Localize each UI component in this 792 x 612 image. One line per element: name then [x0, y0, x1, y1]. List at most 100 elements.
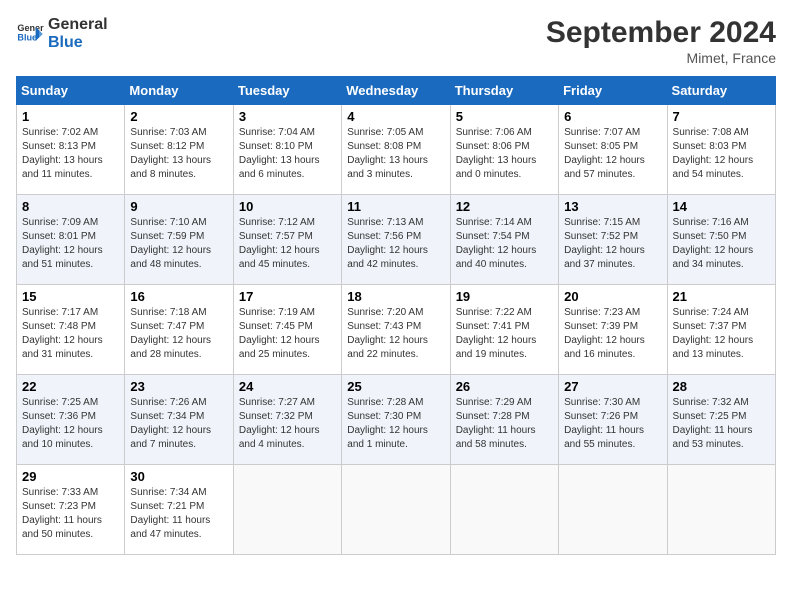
day-cell-7: 7 Sunrise: 7:08 AM Sunset: 8:03 PM Dayli… — [667, 105, 775, 195]
empty-cell — [559, 465, 667, 555]
day-cell-11: 11 Sunrise: 7:13 AM Sunset: 7:56 PM Dayl… — [342, 195, 450, 285]
day-info: Sunrise: 7:33 AM Sunset: 7:23 PM Dayligh… — [22, 486, 119, 542]
day-info: Sunrise: 7:03 AM Sunset: 8:12 PM Dayligh… — [130, 126, 227, 182]
day-cell-28: 28 Sunrise: 7:32 AM Sunset: 7:25 PM Dayl… — [667, 375, 775, 465]
day-info: Sunrise: 7:02 AM Sunset: 8:13 PM Dayligh… — [22, 126, 119, 182]
day-info: Sunrise: 7:12 AM Sunset: 7:57 PM Dayligh… — [239, 216, 336, 272]
day-number: 16 — [130, 289, 227, 304]
day-number: 27 — [564, 379, 661, 394]
day-number: 28 — [673, 379, 770, 394]
day-cell-1: 1 Sunrise: 7:02 AM Sunset: 8:13 PM Dayli… — [17, 105, 125, 195]
day-info: Sunrise: 7:05 AM Sunset: 8:08 PM Dayligh… — [347, 126, 444, 182]
col-header-tuesday: Tuesday — [233, 77, 341, 105]
day-cell-25: 25 Sunrise: 7:28 AM Sunset: 7:30 PM Dayl… — [342, 375, 450, 465]
day-info: Sunrise: 7:06 AM Sunset: 8:06 PM Dayligh… — [456, 126, 553, 182]
day-number: 14 — [673, 199, 770, 214]
day-number: 9 — [130, 199, 227, 214]
empty-cell — [450, 465, 558, 555]
day-number: 2 — [130, 109, 227, 124]
empty-cell — [667, 465, 775, 555]
day-number: 21 — [673, 289, 770, 304]
day-number: 10 — [239, 199, 336, 214]
day-info: Sunrise: 7:17 AM Sunset: 7:48 PM Dayligh… — [22, 306, 119, 362]
day-cell-18: 18 Sunrise: 7:20 AM Sunset: 7:43 PM Dayl… — [342, 285, 450, 375]
col-header-saturday: Saturday — [667, 77, 775, 105]
day-number: 24 — [239, 379, 336, 394]
day-cell-19: 19 Sunrise: 7:22 AM Sunset: 7:41 PM Dayl… — [450, 285, 558, 375]
col-header-thursday: Thursday — [450, 77, 558, 105]
day-cell-8: 8 Sunrise: 7:09 AM Sunset: 8:01 PM Dayli… — [17, 195, 125, 285]
day-number: 3 — [239, 109, 336, 124]
calendar-week-row: 15 Sunrise: 7:17 AM Sunset: 7:48 PM Dayl… — [17, 285, 776, 375]
day-info: Sunrise: 7:29 AM Sunset: 7:28 PM Dayligh… — [456, 396, 553, 452]
location: Mimet, France — [546, 50, 776, 66]
day-cell-2: 2 Sunrise: 7:03 AM Sunset: 8:12 PM Dayli… — [125, 105, 233, 195]
day-cell-5: 5 Sunrise: 7:06 AM Sunset: 8:06 PM Dayli… — [450, 105, 558, 195]
day-number: 30 — [130, 469, 227, 484]
day-number: 5 — [456, 109, 553, 124]
day-cell-29: 29 Sunrise: 7:33 AM Sunset: 7:23 PM Dayl… — [17, 465, 125, 555]
day-info: Sunrise: 7:19 AM Sunset: 7:45 PM Dayligh… — [239, 306, 336, 362]
day-info: Sunrise: 7:16 AM Sunset: 7:50 PM Dayligh… — [673, 216, 770, 272]
empty-cell — [233, 465, 341, 555]
calendar-week-row: 22 Sunrise: 7:25 AM Sunset: 7:36 PM Dayl… — [17, 375, 776, 465]
calendar-table: SundayMondayTuesdayWednesdayThursdayFrid… — [16, 76, 776, 555]
day-info: Sunrise: 7:26 AM Sunset: 7:34 PM Dayligh… — [130, 396, 227, 452]
calendar-header-row: SundayMondayTuesdayWednesdayThursdayFrid… — [17, 77, 776, 105]
day-number: 4 — [347, 109, 444, 124]
svg-text:Blue: Blue — [17, 32, 37, 42]
calendar-week-row: 29 Sunrise: 7:33 AM Sunset: 7:23 PM Dayl… — [17, 465, 776, 555]
day-number: 19 — [456, 289, 553, 304]
day-number: 12 — [456, 199, 553, 214]
day-info: Sunrise: 7:28 AM Sunset: 7:30 PM Dayligh… — [347, 396, 444, 452]
day-number: 29 — [22, 469, 119, 484]
empty-cell — [342, 465, 450, 555]
day-cell-17: 17 Sunrise: 7:19 AM Sunset: 7:45 PM Dayl… — [233, 285, 341, 375]
day-info: Sunrise: 7:14 AM Sunset: 7:54 PM Dayligh… — [456, 216, 553, 272]
day-cell-27: 27 Sunrise: 7:30 AM Sunset: 7:26 PM Dayl… — [559, 375, 667, 465]
day-info: Sunrise: 7:25 AM Sunset: 7:36 PM Dayligh… — [22, 396, 119, 452]
page-header: General Blue General Blue September 2024… — [16, 16, 776, 66]
day-info: Sunrise: 7:10 AM Sunset: 7:59 PM Dayligh… — [130, 216, 227, 272]
day-cell-23: 23 Sunrise: 7:26 AM Sunset: 7:34 PM Dayl… — [125, 375, 233, 465]
day-number: 23 — [130, 379, 227, 394]
day-info: Sunrise: 7:08 AM Sunset: 8:03 PM Dayligh… — [673, 126, 770, 182]
day-info: Sunrise: 7:13 AM Sunset: 7:56 PM Dayligh… — [347, 216, 444, 272]
calendar-week-row: 8 Sunrise: 7:09 AM Sunset: 8:01 PM Dayli… — [17, 195, 776, 285]
logo-line2: Blue — [48, 34, 108, 52]
day-info: Sunrise: 7:22 AM Sunset: 7:41 PM Dayligh… — [456, 306, 553, 362]
day-number: 11 — [347, 199, 444, 214]
day-cell-16: 16 Sunrise: 7:18 AM Sunset: 7:47 PM Dayl… — [125, 285, 233, 375]
day-cell-21: 21 Sunrise: 7:24 AM Sunset: 7:37 PM Dayl… — [667, 285, 775, 375]
day-info: Sunrise: 7:18 AM Sunset: 7:47 PM Dayligh… — [130, 306, 227, 362]
col-header-friday: Friday — [559, 77, 667, 105]
day-info: Sunrise: 7:09 AM Sunset: 8:01 PM Dayligh… — [22, 216, 119, 272]
day-info: Sunrise: 7:20 AM Sunset: 7:43 PM Dayligh… — [347, 306, 444, 362]
day-cell-20: 20 Sunrise: 7:23 AM Sunset: 7:39 PM Dayl… — [559, 285, 667, 375]
day-number: 7 — [673, 109, 770, 124]
col-header-wednesday: Wednesday — [342, 77, 450, 105]
day-cell-12: 12 Sunrise: 7:14 AM Sunset: 7:54 PM Dayl… — [450, 195, 558, 285]
day-info: Sunrise: 7:04 AM Sunset: 8:10 PM Dayligh… — [239, 126, 336, 182]
col-header-sunday: Sunday — [17, 77, 125, 105]
day-number: 18 — [347, 289, 444, 304]
day-number: 15 — [22, 289, 119, 304]
logo: General Blue General Blue — [16, 16, 108, 52]
day-cell-24: 24 Sunrise: 7:27 AM Sunset: 7:32 PM Dayl… — [233, 375, 341, 465]
logo-line1: General — [48, 16, 108, 34]
day-info: Sunrise: 7:23 AM Sunset: 7:39 PM Dayligh… — [564, 306, 661, 362]
day-cell-30: 30 Sunrise: 7:34 AM Sunset: 7:21 PM Dayl… — [125, 465, 233, 555]
day-cell-13: 13 Sunrise: 7:15 AM Sunset: 7:52 PM Dayl… — [559, 195, 667, 285]
logo-icon: General Blue — [16, 20, 44, 48]
day-info: Sunrise: 7:32 AM Sunset: 7:25 PM Dayligh… — [673, 396, 770, 452]
day-number: 17 — [239, 289, 336, 304]
day-cell-4: 4 Sunrise: 7:05 AM Sunset: 8:08 PM Dayli… — [342, 105, 450, 195]
day-info: Sunrise: 7:07 AM Sunset: 8:05 PM Dayligh… — [564, 126, 661, 182]
day-number: 26 — [456, 379, 553, 394]
col-header-monday: Monday — [125, 77, 233, 105]
day-cell-6: 6 Sunrise: 7:07 AM Sunset: 8:05 PM Dayli… — [559, 105, 667, 195]
day-number: 8 — [22, 199, 119, 214]
month-title: September 2024 — [546, 16, 776, 50]
day-info: Sunrise: 7:15 AM Sunset: 7:52 PM Dayligh… — [564, 216, 661, 272]
day-cell-26: 26 Sunrise: 7:29 AM Sunset: 7:28 PM Dayl… — [450, 375, 558, 465]
